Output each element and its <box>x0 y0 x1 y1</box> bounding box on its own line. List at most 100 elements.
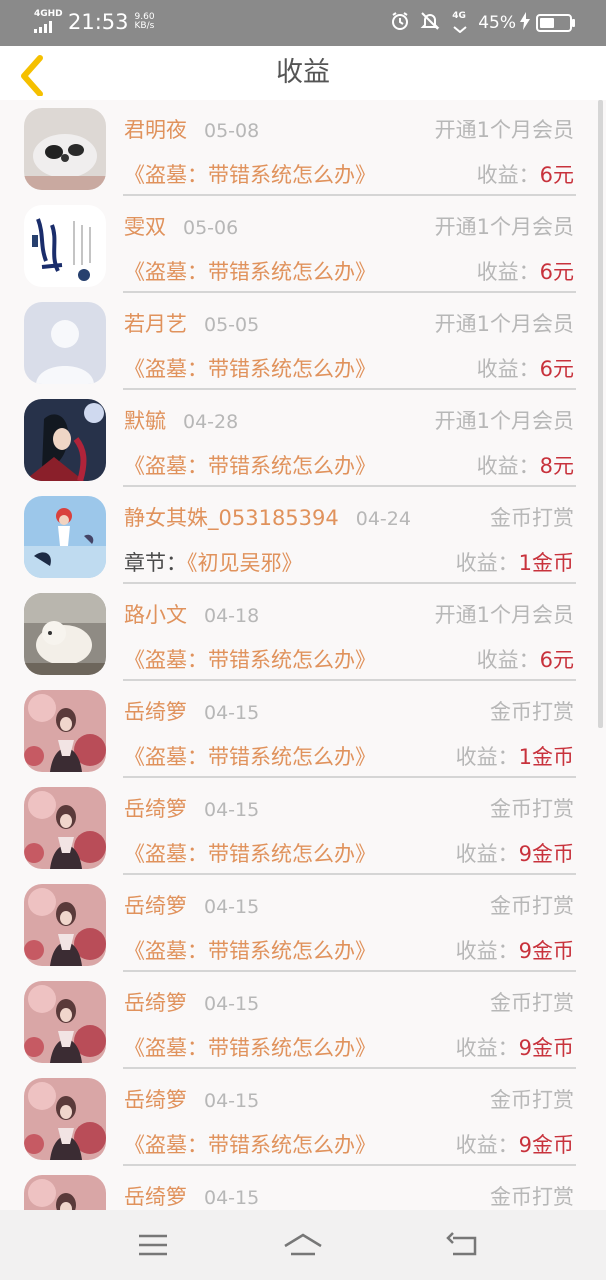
reward-type: 金币打赏 <box>490 797 574 821</box>
battery-level <box>540 18 555 28</box>
income-list[interactable]: 君明夜 05-08 开通1个月会员 《盗墓：带错系统怎么办》 收益：6元 雯双 05-06 开… <box>0 100 606 1210</box>
network-type: 4GHD <box>34 9 63 19</box>
date: 05-06 <box>183 217 239 239</box>
page-title: 收益 <box>276 57 330 88</box>
divider <box>123 485 576 487</box>
mobile-data-icon: 4G <box>450 11 470 33</box>
divider <box>123 1164 576 1166</box>
avatar-image <box>24 302 106 384</box>
date: 04-15 <box>204 799 260 821</box>
income-label: 收益： <box>476 260 540 284</box>
avatar[interactable] <box>24 205 106 287</box>
avatar-image <box>24 399 106 481</box>
income-amount: 6元 <box>539 648 574 672</box>
avatar[interactable] <box>24 1078 106 1160</box>
income-row[interactable]: 岳绮箩 04-15 金币打赏 《盗墓：带错系统怎么办》 收益：9金币 <box>0 787 600 884</box>
income: 收益：6元 <box>477 354 574 384</box>
user-name: 岳绮箩 <box>124 700 187 724</box>
work-title-line: 《盗墓：带错系统怎么办》 <box>124 160 376 190</box>
income-label: 收益： <box>455 1133 519 1157</box>
work-title: 《盗墓：带错系统怎么办》 <box>124 745 376 769</box>
income-label: 收益： <box>476 648 540 672</box>
avatar[interactable] <box>24 1175 106 1210</box>
income-row[interactable]: 路小文 04-18 开通1个月会员 《盗墓：带错系统怎么办》 收益：6元 <box>0 593 600 690</box>
income-amount: 9金币 <box>518 1133 574 1157</box>
reward-type: 金币打赏 <box>490 506 574 530</box>
charging-icon <box>520 12 530 34</box>
income-row[interactable]: 若月艺 05-05 开通1个月会员 《盗墓：带错系统怎么办》 收益：6元 <box>0 302 600 399</box>
income-row[interactable]: 岳绮箩 04-15 金币打赏 《盗墓：带错系统怎么办》 收益：9金币 <box>0 981 600 1078</box>
work-title: 《盗墓：带错系统怎么办》 <box>124 842 376 866</box>
date: 04-15 <box>204 896 260 918</box>
income-row[interactable]: 雯双 05-06 开通1个月会员 《盗墓：带错系统怎么办》 收益：6元 <box>0 205 600 302</box>
avatar[interactable] <box>24 108 106 190</box>
income-row[interactable]: 岳绮箩 04-15 金币打赏 《盗墓：带错系统怎么办》 收益：9金币 <box>0 884 600 981</box>
reward-type: 开通1个月会员 <box>434 215 574 239</box>
income: 收益：6元 <box>477 645 574 675</box>
clock: 21:53 <box>68 10 129 34</box>
user-name: 岳绮箩 <box>124 1088 187 1112</box>
income-amount: 1金币 <box>518 551 574 575</box>
income-label: 收益： <box>476 454 540 478</box>
income-row[interactable]: 岳绮箩 04-15 金币打赏 《盗墓：带错系统怎么办》 收益：1金币 <box>0 690 600 787</box>
income-row[interactable]: 默毓 04-28 开通1个月会员 《盗墓：带错系统怎么办》 收益：8元 <box>0 399 600 496</box>
status-bar: 4GHD 21:53 9.60 KB/s 4G 45% <box>0 0 606 46</box>
income: 收益：9金币 <box>456 1033 574 1063</box>
system-back-button[interactable] <box>443 1230 483 1260</box>
avatar[interactable] <box>24 884 106 966</box>
menu-icon <box>139 1234 167 1256</box>
signal-icon: 4GHD <box>34 9 63 33</box>
income-amount: 1金币 <box>518 745 574 769</box>
avatar-image <box>24 1175 106 1210</box>
work-title-line: 章节：《初见吴邪》 <box>124 548 303 578</box>
avatar-image <box>24 981 106 1063</box>
user-name: 岳绮箩 <box>124 1185 187 1209</box>
avatar[interactable] <box>24 302 106 384</box>
menu-button[interactable] <box>133 1230 173 1260</box>
work-title-line: 《盗墓：带错系统怎么办》 <box>124 839 376 869</box>
date: 04-15 <box>204 1187 260 1209</box>
income-row[interactable]: 岳绮箩 04-15 金币打赏 《盗墓：带错系统怎么办》 收益：9金币 <box>0 1078 600 1175</box>
income-amount: 8元 <box>539 454 574 478</box>
status-right: 4G 45% <box>380 9 575 37</box>
divider <box>123 388 576 390</box>
scrollbar[interactable] <box>598 100 603 728</box>
mute-icon <box>420 11 440 35</box>
income: 收益：9金币 <box>456 1130 574 1160</box>
date: 04-15 <box>204 702 260 724</box>
income-label: 收益： <box>455 842 519 866</box>
income: 收益：1金币 <box>456 742 574 772</box>
home-button[interactable] <box>283 1230 323 1260</box>
avatar[interactable] <box>24 981 106 1063</box>
battery-icon <box>536 14 575 32</box>
income-row[interactable]: 岳绮箩 04-15 金币打赏 <box>0 1175 600 1210</box>
divider <box>123 873 576 875</box>
avatar[interactable] <box>24 593 106 675</box>
income-row[interactable]: 君明夜 05-08 开通1个月会员 《盗墓：带错系统怎么办》 收益：6元 <box>0 108 600 205</box>
avatar[interactable] <box>24 399 106 481</box>
avatar[interactable] <box>24 787 106 869</box>
income: 收益：1金币 <box>456 548 574 578</box>
income-label: 收益： <box>455 745 519 769</box>
income: 收益：9金币 <box>456 936 574 966</box>
user-name: 若月艺 <box>124 312 187 336</box>
date: 04-28 <box>183 411 239 433</box>
work-title-line: 《盗墓：带错系统怎么办》 <box>124 451 376 481</box>
income-label: 收益： <box>455 551 519 575</box>
avatar[interactable] <box>24 496 106 578</box>
work-title: 《盗墓：带错系统怎么办》 <box>124 1133 376 1157</box>
work-title-line: 《盗墓：带错系统怎么办》 <box>124 645 376 675</box>
income-amount: 9金币 <box>518 1036 574 1060</box>
income-label: 收益： <box>455 1036 519 1060</box>
avatar-image <box>24 593 106 675</box>
work-title: 《盗墓：带错系统怎么办》 <box>124 454 376 478</box>
reward-type: 开通1个月会员 <box>434 312 574 336</box>
avatar[interactable] <box>24 690 106 772</box>
net-speed: 9.60 KB/s <box>135 13 155 31</box>
income-row[interactable]: 静女其姝_053185394 04-24 金币打赏 章节：《初见吴邪》 收益：1金币 <box>0 496 600 593</box>
income: 收益：8元 <box>477 451 574 481</box>
income: 收益：6元 <box>477 160 574 190</box>
work-title: 《盗墓：带错系统怎么办》 <box>124 939 376 963</box>
avatar-image <box>24 496 106 578</box>
work-title-line: 《盗墓：带错系统怎么办》 <box>124 1130 376 1160</box>
